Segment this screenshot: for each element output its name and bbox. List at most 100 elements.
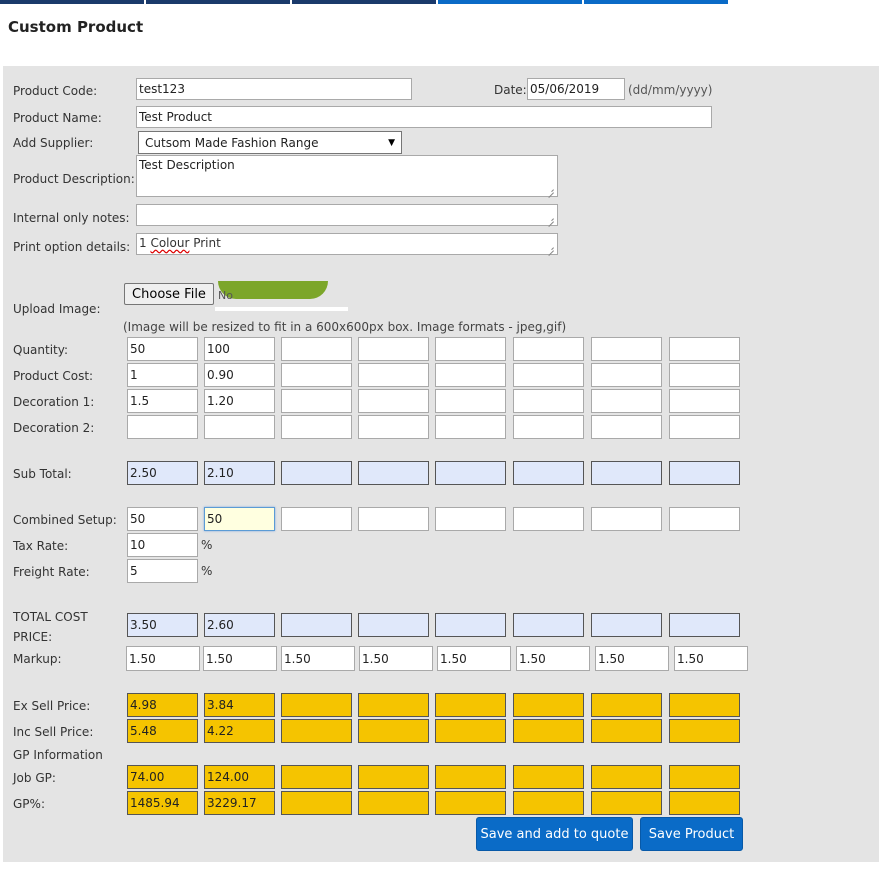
ex-sell-cell-5[interactable]	[435, 693, 506, 717]
product-name-input[interactable]	[136, 106, 712, 128]
product-cost-cell-6[interactable]	[513, 363, 584, 387]
product-cost-cell-5[interactable]	[435, 363, 506, 387]
total-cost-cell-1[interactable]	[127, 613, 198, 637]
sub-total-cell-1[interactable]	[127, 461, 198, 485]
decoration1-cell-7[interactable]	[591, 389, 662, 413]
save-product-button[interactable]: Save Product	[640, 817, 743, 851]
gp-pct-cell-2[interactable]	[204, 791, 275, 815]
ex-sell-cell-6[interactable]	[513, 693, 584, 717]
decoration1-cell-8[interactable]	[669, 389, 740, 413]
job-gp-cell-7[interactable]	[591, 765, 662, 789]
decoration2-cell-5[interactable]	[435, 415, 506, 439]
sub-total-cell-7[interactable]	[591, 461, 662, 485]
ex-sell-cell-1[interactable]	[127, 693, 198, 717]
markup-cell-5[interactable]	[437, 646, 511, 671]
nav-tab-4[interactable]	[438, 0, 582, 4]
gp-pct-cell-3[interactable]	[281, 791, 352, 815]
job-gp-cell-1[interactable]	[127, 765, 198, 789]
combined-setup-cell-1[interactable]	[127, 507, 198, 531]
markup-cell-6[interactable]	[516, 646, 590, 671]
nav-tab-1[interactable]	[0, 0, 144, 4]
quantity-cell-3[interactable]	[281, 337, 352, 361]
decoration1-cell-4[interactable]	[358, 389, 429, 413]
product-code-input[interactable]	[136, 78, 412, 100]
decoration2-cell-3[interactable]	[281, 415, 352, 439]
decoration2-cell-6[interactable]	[513, 415, 584, 439]
nav-tab-2[interactable]	[146, 0, 290, 4]
gp-pct-cell-4[interactable]	[358, 791, 429, 815]
save-and-add-to-quote-button[interactable]: Save and add to quote	[476, 817, 633, 851]
resize-grip-icon[interactable]	[547, 244, 555, 252]
quantity-cell-8[interactable]	[669, 337, 740, 361]
job-gp-cell-3[interactable]	[281, 765, 352, 789]
sub-total-cell-6[interactable]	[513, 461, 584, 485]
decoration1-cell-6[interactable]	[513, 389, 584, 413]
ex-sell-cell-4[interactable]	[358, 693, 429, 717]
markup-cell-8[interactable]	[674, 646, 748, 671]
total-cost-cell-3[interactable]	[281, 613, 352, 637]
combined-setup-cell-6[interactable]	[513, 507, 584, 531]
inc-sell-cell-4[interactable]	[358, 719, 429, 743]
combined-setup-cell-5[interactable]	[435, 507, 506, 531]
total-cost-cell-7[interactable]	[591, 613, 662, 637]
resize-grip-icon[interactable]	[547, 215, 555, 223]
supplier-select[interactable]: Cutsom Made Fashion Range ▼	[138, 131, 402, 154]
markup-cell-4[interactable]	[359, 646, 433, 671]
markup-cell-3[interactable]	[281, 646, 355, 671]
gp-pct-cell-7[interactable]	[591, 791, 662, 815]
combined-setup-cell-4[interactable]	[358, 507, 429, 531]
total-cost-cell-5[interactable]	[435, 613, 506, 637]
gp-pct-cell-5[interactable]	[435, 791, 506, 815]
quantity-cell-4[interactable]	[358, 337, 429, 361]
quantity-cell-1[interactable]	[127, 337, 198, 361]
decoration2-cell-8[interactable]	[669, 415, 740, 439]
sub-total-cell-5[interactable]	[435, 461, 506, 485]
sub-total-cell-2[interactable]	[204, 461, 275, 485]
ex-sell-cell-3[interactable]	[281, 693, 352, 717]
inc-sell-cell-6[interactable]	[513, 719, 584, 743]
markup-cell-7[interactable]	[595, 646, 669, 671]
print-options-textarea[interactable]: 1 Colour Print	[136, 233, 558, 255]
gp-pct-cell-8[interactable]	[669, 791, 740, 815]
choose-file-button[interactable]: Choose File	[124, 283, 214, 305]
quantity-cell-7[interactable]	[591, 337, 662, 361]
quantity-cell-5[interactable]	[435, 337, 506, 361]
inc-sell-cell-2[interactable]	[204, 719, 275, 743]
product-cost-cell-4[interactable]	[358, 363, 429, 387]
gp-pct-cell-6[interactable]	[513, 791, 584, 815]
date-input[interactable]	[527, 78, 625, 100]
ex-sell-cell-8[interactable]	[669, 693, 740, 717]
decoration1-cell-3[interactable]	[281, 389, 352, 413]
description-textarea[interactable]: Test Description	[136, 155, 558, 197]
product-cost-cell-1[interactable]	[127, 363, 198, 387]
product-cost-cell-3[interactable]	[281, 363, 352, 387]
product-cost-cell-7[interactable]	[591, 363, 662, 387]
decoration2-cell-4[interactable]	[358, 415, 429, 439]
decoration2-cell-2[interactable]	[204, 415, 275, 439]
total-cost-cell-4[interactable]	[358, 613, 429, 637]
decoration2-cell-1[interactable]	[127, 415, 198, 439]
quantity-cell-6[interactable]	[513, 337, 584, 361]
nav-tab-3[interactable]	[292, 0, 436, 4]
decoration1-cell-1[interactable]	[127, 389, 198, 413]
markup-cell-2[interactable]	[203, 646, 277, 671]
combined-setup-cell-8[interactable]	[669, 507, 740, 531]
combined-setup-cell-7[interactable]	[591, 507, 662, 531]
quantity-cell-2[interactable]	[204, 337, 275, 361]
resize-grip-icon[interactable]	[547, 186, 555, 194]
freight-rate-input[interactable]	[127, 559, 198, 583]
ex-sell-cell-7[interactable]	[591, 693, 662, 717]
decoration1-cell-2[interactable]	[204, 389, 275, 413]
job-gp-cell-8[interactable]	[669, 765, 740, 789]
total-cost-cell-2[interactable]	[204, 613, 275, 637]
product-cost-cell-8[interactable]	[669, 363, 740, 387]
decoration2-cell-7[interactable]	[591, 415, 662, 439]
inc-sell-cell-5[interactable]	[435, 719, 506, 743]
sub-total-cell-3[interactable]	[281, 461, 352, 485]
sub-total-cell-4[interactable]	[358, 461, 429, 485]
gp-pct-cell-1[interactable]	[127, 791, 198, 815]
internal-notes-textarea[interactable]	[136, 204, 558, 226]
total-cost-cell-6[interactable]	[513, 613, 584, 637]
job-gp-cell-6[interactable]	[513, 765, 584, 789]
inc-sell-cell-8[interactable]	[669, 719, 740, 743]
